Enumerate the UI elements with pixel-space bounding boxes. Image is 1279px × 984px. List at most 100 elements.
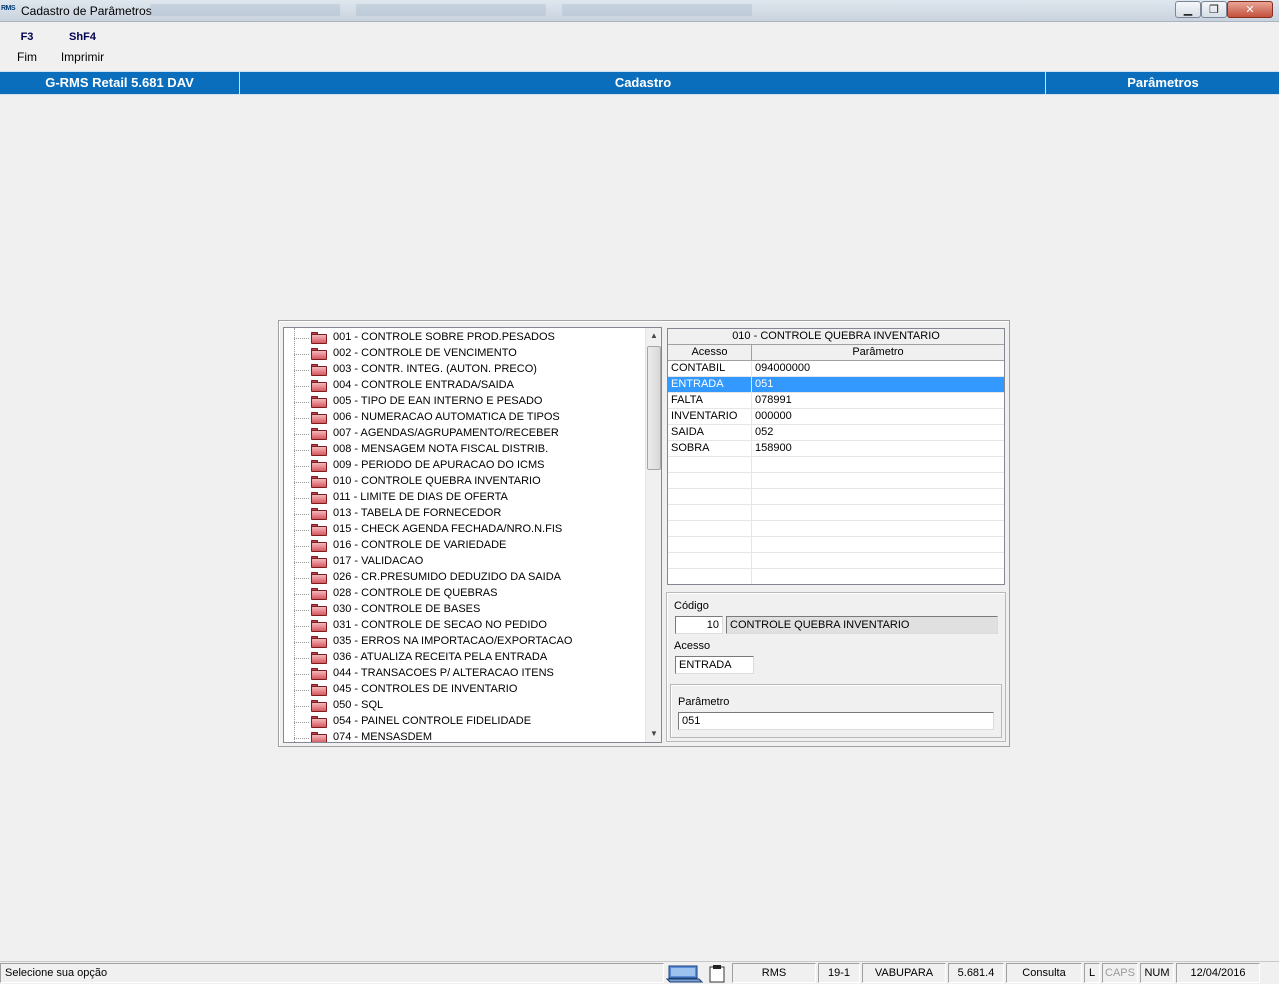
tree-item[interactable]: 008 - MENSAGEM NOTA FISCAL DISTRIB. bbox=[284, 442, 644, 458]
folder-icon bbox=[311, 540, 327, 552]
tree-connector bbox=[294, 626, 309, 627]
folder-icon bbox=[311, 556, 327, 568]
fim-button[interactable]: F3 Fim bbox=[12, 31, 42, 64]
tree-item-label: 035 - ERROS NA IMPORTACAO/EXPORTACAO bbox=[333, 635, 573, 647]
tree-connector bbox=[294, 530, 309, 531]
tree-connector bbox=[294, 658, 309, 659]
tree-item[interactable]: 074 - MENSASDEM bbox=[284, 730, 644, 742]
parametro-cell bbox=[752, 473, 1004, 489]
tree-scrollbar[interactable]: ▲ ▼ bbox=[645, 328, 661, 742]
table-row[interactable]: FALTA 078991 bbox=[668, 393, 1004, 409]
folder-icon bbox=[311, 732, 327, 742]
table-row[interactable]: SAIDA 052 bbox=[668, 425, 1004, 441]
acesso-cell: SOBRA bbox=[668, 441, 752, 457]
column-header-parametro[interactable]: Parâmetro bbox=[752, 345, 1004, 361]
imprimir-button[interactable]: ShF4 Imprimir bbox=[55, 31, 110, 64]
acesso-cell: ENTRADA bbox=[668, 377, 752, 393]
tree-item[interactable]: 009 - PERIODO DE APURACAO DO ICMS bbox=[284, 458, 644, 474]
table-row[interactable] bbox=[668, 457, 1004, 473]
tree-item[interactable]: 031 - CONTROLE DE SECAO NO PEDIDO bbox=[284, 618, 644, 634]
status-mode: Consulta bbox=[1006, 963, 1082, 983]
codigo-field[interactable]: 10 bbox=[675, 616, 723, 634]
tree-item-label: 005 - TIPO DE EAN INTERNO E PESADO bbox=[333, 395, 543, 407]
tree-item[interactable]: 030 - CONTROLE DE BASES bbox=[284, 602, 644, 618]
tree-item[interactable]: 036 - ATUALIZA RECEITA PELA ENTRADA bbox=[284, 650, 644, 666]
tree-item[interactable]: 001 - CONTROLE SOBRE PROD.PESADOS bbox=[284, 330, 644, 346]
table-row[interactable]: SOBRA 158900 bbox=[668, 441, 1004, 457]
table-row[interactable] bbox=[668, 489, 1004, 505]
tree-item-label: 002 - CONTROLE DE VENCIMENTO bbox=[333, 347, 517, 359]
tree-item[interactable]: 006 - NUMERACAO AUTOMATICA DE TIPOS bbox=[284, 410, 644, 426]
folder-icon bbox=[311, 636, 327, 648]
scroll-up-arrow-icon[interactable]: ▲ bbox=[646, 328, 662, 344]
parametro-label: Parâmetro bbox=[678, 696, 730, 708]
folder-icon bbox=[311, 588, 327, 600]
clipboard-icon[interactable] bbox=[706, 964, 728, 983]
tree-item[interactable]: 015 - CHECK AGENDA FECHADA/NRO.N.FIS bbox=[284, 522, 644, 538]
tree-item-label: 054 - PAINEL CONTROLE FIDELIDADE bbox=[333, 715, 532, 727]
tree-item[interactable]: 054 - PAINEL CONTROLE FIDELIDADE bbox=[284, 714, 644, 730]
tree-item[interactable]: 010 - CONTROLE QUEBRA INVENTARIO bbox=[284, 474, 644, 490]
tree-item[interactable]: 004 - CONTROLE ENTRADA/SAIDA bbox=[284, 378, 644, 394]
restore-icon: ❐ bbox=[1209, 4, 1219, 16]
folder-icon bbox=[311, 604, 327, 616]
tree-item[interactable]: 013 - TABELA DE FORNECEDOR bbox=[284, 506, 644, 522]
table-row[interactable]: ENTRADA 051 bbox=[668, 377, 1004, 393]
tree-item[interactable]: 035 - ERROS NA IMPORTACAO/EXPORTACAO bbox=[284, 634, 644, 650]
acesso-field[interactable]: ENTRADA bbox=[675, 656, 754, 674]
folder-icon bbox=[311, 524, 327, 536]
scroll-thumb[interactable] bbox=[647, 346, 661, 470]
folder-icon bbox=[311, 700, 327, 712]
computer-icon[interactable] bbox=[666, 964, 704, 983]
tree-item[interactable]: 005 - TIPO DE EAN INTERNO E PESADO bbox=[284, 394, 644, 410]
table-row[interactable]: CONTABIL 094000000 bbox=[668, 361, 1004, 377]
tree-connector bbox=[294, 562, 309, 563]
parametro-cell: 094000000 bbox=[755, 362, 811, 374]
close-button[interactable]: ✕ bbox=[1227, 1, 1273, 18]
table-row[interactable] bbox=[668, 569, 1004, 584]
folder-icon bbox=[311, 396, 327, 408]
shf4-key-label: ShF4 bbox=[69, 31, 96, 43]
tree-item[interactable]: 011 - LIMITE DE DIAS DE OFERTA bbox=[284, 490, 644, 506]
tree-connector bbox=[294, 578, 309, 579]
tree-item[interactable]: 007 - AGENDAS/AGRUPAMENTO/RECEBER bbox=[284, 426, 644, 442]
tree-item[interactable]: 002 - CONTROLE DE VENCIMENTO bbox=[284, 346, 644, 362]
tree-item[interactable]: 026 - CR.PRESUMIDO DEDUZIDO DA SAIDA bbox=[284, 570, 644, 586]
parametro-cell: 078991 bbox=[755, 394, 792, 406]
column-header-acesso[interactable]: Acesso bbox=[668, 345, 752, 361]
acesso-cell: FALTA bbox=[668, 393, 752, 409]
table-row[interactable]: INVENTARIO 000000 bbox=[668, 409, 1004, 425]
status-date: 12/04/2016 bbox=[1176, 963, 1260, 983]
parametro-cell bbox=[752, 457, 1004, 473]
tree-item[interactable]: 028 - CONTROLE DE QUEBRAS bbox=[284, 586, 644, 602]
tree-item-label: 008 - MENSAGEM NOTA FISCAL DISTRIB. bbox=[333, 443, 549, 455]
tree-item[interactable]: 044 - TRANSACOES P/ ALTERACAO ITENS bbox=[284, 666, 644, 682]
table-row[interactable] bbox=[668, 473, 1004, 489]
tree-item-label: 001 - CONTROLE SOBRE PROD.PESADOS bbox=[333, 331, 555, 343]
parametro-field[interactable]: 051 bbox=[678, 712, 994, 730]
parameter-tree[interactable]: 001 - CONTROLE SOBRE PROD.PESADOS 002 - C… bbox=[283, 327, 662, 743]
tree-item-label: 036 - ATUALIZA RECEITA PELA ENTRADA bbox=[333, 651, 548, 663]
table-row[interactable] bbox=[668, 553, 1004, 569]
tree-item-label: 013 - TABELA DE FORNECEDOR bbox=[333, 507, 502, 519]
tree-item[interactable]: 016 - CONTROLE DE VARIEDADE bbox=[284, 538, 644, 554]
scroll-down-arrow-icon[interactable]: ▼ bbox=[646, 726, 662, 742]
tree-connector bbox=[294, 594, 309, 595]
restore-button[interactable]: ❐ bbox=[1201, 1, 1227, 18]
close-icon: ✕ bbox=[1245, 4, 1255, 16]
folder-icon bbox=[311, 572, 327, 584]
tree-item[interactable]: 045 - CONTROLES DE INVENTARIO bbox=[284, 682, 644, 698]
parameter-grid[interactable]: 010 - CONTROLE QUEBRA INVENTARIO Acesso … bbox=[667, 328, 1005, 585]
folder-icon bbox=[311, 652, 327, 664]
tree-item[interactable]: 017 - VALIDACAO bbox=[284, 554, 644, 570]
minimize-button[interactable]: ▁ bbox=[1175, 1, 1201, 18]
status-terminal: 19-1 bbox=[818, 963, 860, 983]
table-row[interactable] bbox=[668, 537, 1004, 553]
tree-item[interactable]: 003 - CONTR. INTEG. (AUTON. PRECO) bbox=[284, 362, 644, 378]
tree-connector bbox=[294, 434, 309, 435]
table-row[interactable] bbox=[668, 521, 1004, 537]
table-row[interactable] bbox=[668, 505, 1004, 521]
tree-item-label: 026 - CR.PRESUMIDO DEDUZIDO DA SAIDA bbox=[333, 571, 561, 583]
tree-item-label: 006 - NUMERACAO AUTOMATICA DE TIPOS bbox=[333, 411, 560, 423]
tree-item[interactable]: 050 - SQL bbox=[284, 698, 644, 714]
